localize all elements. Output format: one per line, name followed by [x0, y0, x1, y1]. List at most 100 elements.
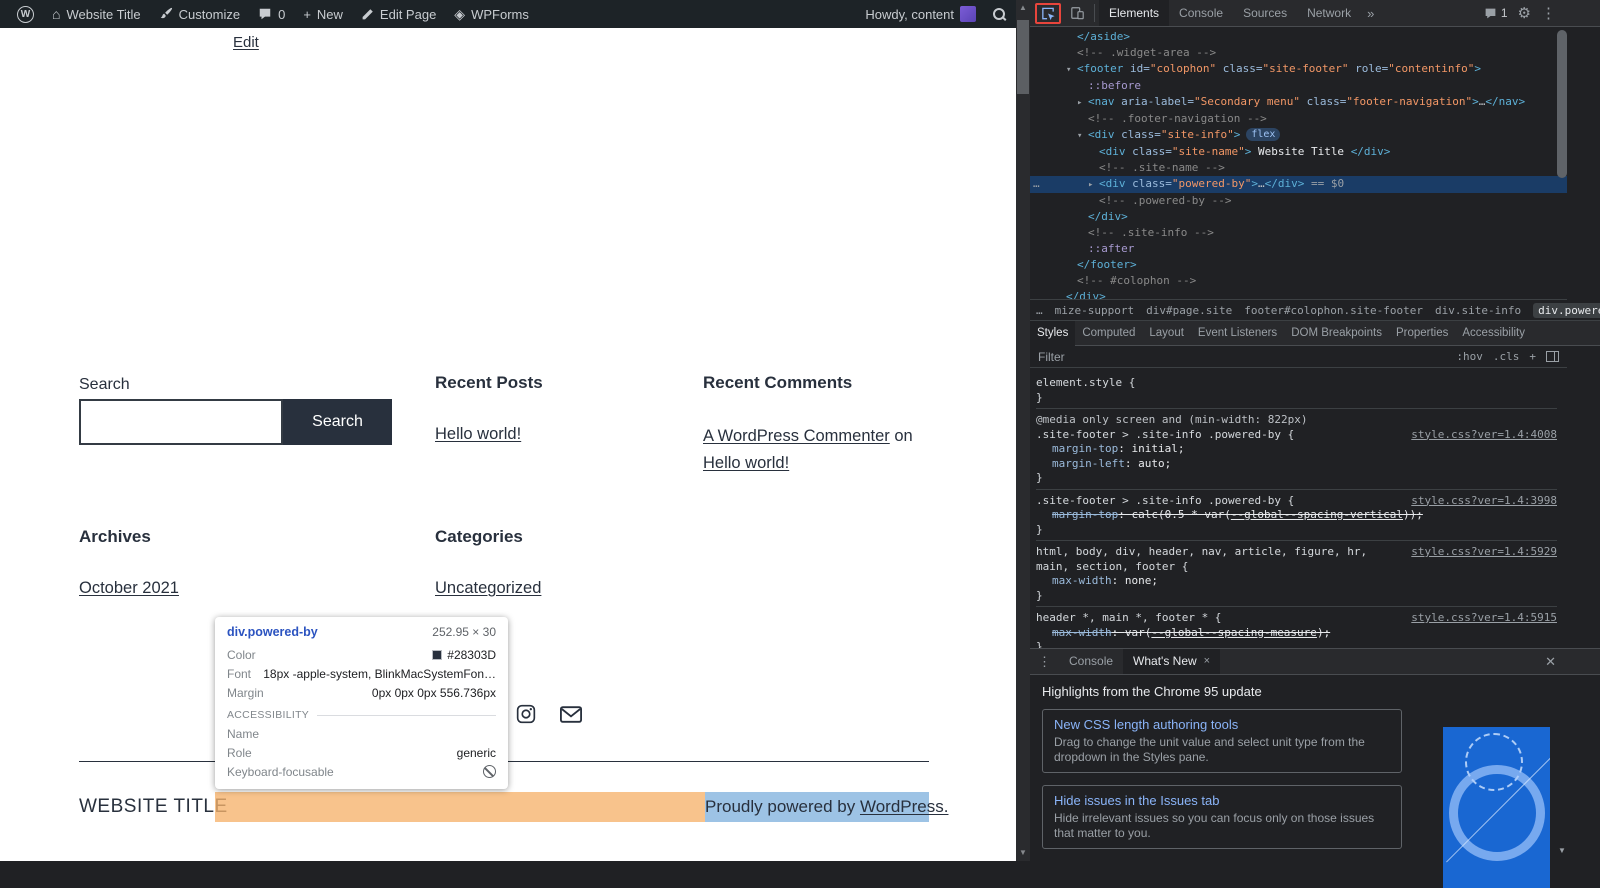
breadcrumb-item[interactable]: div.site-info	[1435, 304, 1521, 317]
wp-logo-menu[interactable]: W	[8, 0, 43, 28]
dom-tree-node[interactable]: <div class="site-name"> Website Title </…	[1030, 144, 1567, 160]
archive-link[interactable]: October 2021	[79, 579, 179, 598]
dom-tree-node[interactable]: </footer>	[1030, 257, 1567, 273]
admin-bar-customize[interactable]: Customize	[150, 0, 249, 28]
new-style-rule-button[interactable]: +	[1529, 350, 1536, 363]
sidebar-tab-layout[interactable]: Layout	[1142, 321, 1191, 346]
drawer-tab-what-s-new[interactable]: What's New×	[1123, 649, 1220, 674]
devtools-scroll-down-icon[interactable]: ▼	[1555, 844, 1569, 858]
whats-new-card-title[interactable]: Hide issues in the Issues tab	[1054, 793, 1390, 808]
dom-tree-node[interactable]: …▸<div class="powered-by">…</div> == $0	[1030, 176, 1567, 193]
settings-gear-icon[interactable]: ⚙	[1518, 6, 1531, 21]
breadcrumb-item[interactable]: mize-support	[1055, 304, 1134, 317]
dom-tree-node[interactable]: ::before	[1030, 78, 1567, 94]
dom-tree-node[interactable]: ▾<footer id="colophon" class="site-foote…	[1030, 61, 1567, 78]
close-tab-icon[interactable]: ×	[1204, 649, 1210, 674]
stylesheet-link[interactable]: style.css?ver=1.4:5929	[1411, 545, 1557, 560]
scroll-up-icon[interactable]: ▲	[1016, 1, 1030, 15]
computed-panel-toggle-icon[interactable]	[1546, 351, 1559, 362]
css-media-query[interactable]: @media only screen and (min-width: 822px…	[1036, 413, 1557, 428]
admin-bar-edit-page[interactable]: Edit Page	[352, 0, 445, 28]
more-tabs-icon[interactable]: »	[1361, 6, 1380, 21]
devtools-tab-sources[interactable]: Sources	[1233, 0, 1297, 26]
collapse-arrow-icon[interactable]: ▾	[1066, 62, 1077, 78]
recent-post-link[interactable]: Hello world!	[435, 425, 521, 444]
sidebar-tab-event-listeners[interactable]: Event Listeners	[1191, 321, 1284, 346]
footer-search-button[interactable]: Search	[283, 399, 392, 445]
footer-search-input[interactable]	[79, 399, 283, 445]
scroll-down-icon[interactable]: ▼	[1016, 846, 1030, 860]
drawer-close-icon[interactable]: ✕	[1545, 654, 1556, 670]
admin-bar-site-name[interactable]: ⌂ Website Title	[43, 0, 150, 28]
issues-counter[interactable]: 1	[1484, 6, 1508, 20]
css-selector[interactable]: header *, main *, footer * {	[1036, 611, 1221, 624]
dom-tree-node[interactable]: <!-- .site-info -->	[1030, 225, 1567, 241]
expand-arrow-icon[interactable]: ▸	[1088, 177, 1099, 193]
breadcrumb-overflow[interactable]: …	[1036, 304, 1043, 317]
flex-badge[interactable]: flex	[1246, 128, 1280, 141]
commented-post-link[interactable]: Hello world!	[703, 454, 789, 472]
css-property[interactable]: max-width: var(--global--spacing-measure…	[1036, 626, 1557, 641]
admin-bar-new[interactable]: + New	[294, 0, 352, 28]
dom-tree-node[interactable]: </div>	[1030, 289, 1567, 299]
styles-filter-input[interactable]: Filter	[1038, 350, 1446, 364]
css-property[interactable]: max-width: none;	[1036, 574, 1557, 589]
devtools-kebab-icon[interactable]: ⋮	[1541, 6, 1556, 21]
commenter-link[interactable]: A WordPress Commenter	[703, 427, 890, 445]
css-variable-link[interactable]: --global--spacing-measure	[1151, 626, 1317, 639]
dom-tree-node[interactable]: ::after	[1030, 241, 1567, 257]
admin-bar-comments[interactable]: 0	[249, 0, 294, 28]
devtools-tab-elements[interactable]: Elements	[1099, 0, 1169, 26]
instagram-icon[interactable]	[516, 704, 536, 729]
breadcrumb-item[interactable]: div.powered-by	[1533, 303, 1600, 318]
devtools-tab-console[interactable]: Console	[1169, 0, 1233, 26]
css-selector[interactable]: html, body, div, header, nav, article, f…	[1036, 545, 1367, 573]
device-toolbar-icon[interactable]	[1065, 6, 1090, 20]
css-property[interactable]: margin-top: calc(0.5 * var(--global--spa…	[1036, 508, 1557, 523]
sidebar-tab-dom-breakpoints[interactable]: DOM Breakpoints	[1284, 321, 1389, 346]
devtools-tab-network[interactable]: Network	[1297, 0, 1361, 26]
post-edit-link[interactable]: Edit	[233, 34, 259, 51]
stylesheet-link[interactable]: style.css?ver=1.4:4008	[1411, 428, 1557, 443]
admin-bar-account[interactable]: Howdy, content	[856, 0, 985, 28]
sidebar-tab-properties[interactable]: Properties	[1389, 321, 1455, 346]
node-options-icon[interactable]: …	[1033, 176, 1040, 192]
drawer-kebab-icon[interactable]: ⋮	[1030, 654, 1059, 670]
dom-tree-node[interactable]: <!-- .powered-by -->	[1030, 193, 1567, 209]
stylesheet-link[interactable]: style.css?ver=1.4:5915	[1411, 611, 1557, 626]
page-scrollbar[interactable]: ▲ ▼	[1016, 0, 1030, 861]
dom-tree-node[interactable]: ▾<div class="site-info">flex	[1030, 127, 1567, 144]
sidebar-tab-accessibility[interactable]: Accessibility	[1455, 321, 1532, 346]
category-link[interactable]: Uncategorized	[435, 579, 541, 598]
dom-tree-node[interactable]: </div>	[1030, 209, 1567, 225]
email-icon[interactable]	[560, 706, 582, 728]
dom-tree-node[interactable]: <!-- .widget-area -->	[1030, 45, 1567, 61]
css-selector[interactable]: .site-footer > .site-info .powered-by {	[1036, 428, 1294, 441]
wordpress-link[interactable]: WordPress.	[860, 797, 949, 816]
dom-tree-node[interactable]: <!-- .footer-navigation -->	[1030, 111, 1567, 127]
css-variable-link[interactable]: --global--spacing-vertical	[1231, 508, 1403, 521]
dom-tree-node[interactable]: <!-- #colophon -->	[1030, 273, 1567, 289]
drawer-tab-console[interactable]: Console	[1059, 649, 1123, 674]
dom-tree-node[interactable]: <!-- .site-name -->	[1030, 160, 1567, 176]
admin-bar-wpforms[interactable]: ◈ WPForms	[445, 0, 538, 28]
sidebar-tab-computed[interactable]: Computed	[1075, 321, 1142, 346]
expand-arrow-icon[interactable]: ▸	[1077, 95, 1088, 111]
whats-new-card-title[interactable]: New CSS length authoring tools	[1054, 717, 1390, 732]
sidebar-tab-styles[interactable]: Styles	[1030, 321, 1075, 346]
collapse-arrow-icon[interactable]: ▾	[1077, 128, 1088, 144]
devtools-scrollbar-thumb[interactable]	[1557, 30, 1567, 178]
page-scrollbar-thumb[interactable]	[1017, 20, 1029, 94]
breadcrumb-item[interactable]: div#page.site	[1146, 304, 1232, 317]
toggle-hover-state-button[interactable]: :hov	[1456, 350, 1483, 363]
dom-tree-node[interactable]: </aside>	[1030, 29, 1567, 45]
css-property[interactable]: margin-left: auto;	[1036, 457, 1557, 472]
css-selector[interactable]: element.style {	[1036, 376, 1135, 389]
search-icon[interactable]	[993, 8, 1006, 21]
stylesheet-link[interactable]: style.css?ver=1.4:3998	[1411, 494, 1557, 509]
toggle-class-button[interactable]: .cls	[1493, 350, 1520, 363]
inspect-element-icon[interactable]	[1040, 6, 1056, 21]
breadcrumb-item[interactable]: footer#colophon.site-footer	[1244, 304, 1423, 317]
css-property[interactable]: margin-top: initial;	[1036, 442, 1557, 457]
css-selector[interactable]: .site-footer > .site-info .powered-by {	[1036, 494, 1294, 507]
